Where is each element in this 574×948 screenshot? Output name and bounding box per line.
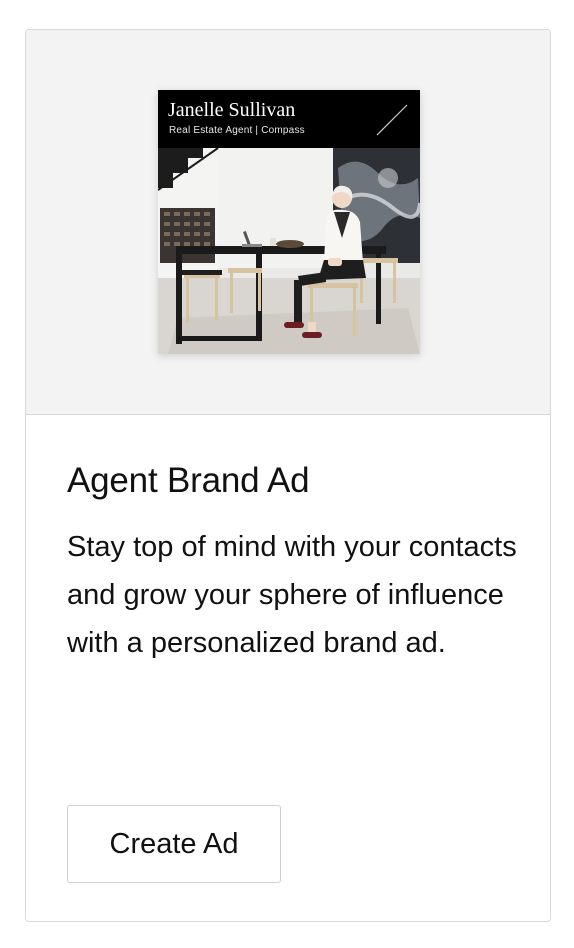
ad-preview-area: Janelle Sullivan Real Estate Agent | Com… xyxy=(26,30,550,415)
agent-brand-ad-card: Janelle Sullivan Real Estate Agent | Com… xyxy=(25,29,551,922)
agent-photo xyxy=(158,148,420,354)
diagonal-line-icon xyxy=(376,104,408,136)
ad-agent-name: Janelle Sullivan xyxy=(168,99,296,121)
card-description: Stay top of mind with your contacts and … xyxy=(67,531,517,659)
create-ad-button[interactable]: Create Ad xyxy=(67,805,281,883)
card-title: Agent Brand Ad xyxy=(67,461,310,500)
ad-agent-role: Real Estate Agent | Compass xyxy=(169,125,305,136)
ad-header-bar: Janelle Sullivan Real Estate Agent | Com… xyxy=(158,90,420,148)
ad-preview-thumbnail: Janelle Sullivan Real Estate Agent | Com… xyxy=(158,90,420,354)
